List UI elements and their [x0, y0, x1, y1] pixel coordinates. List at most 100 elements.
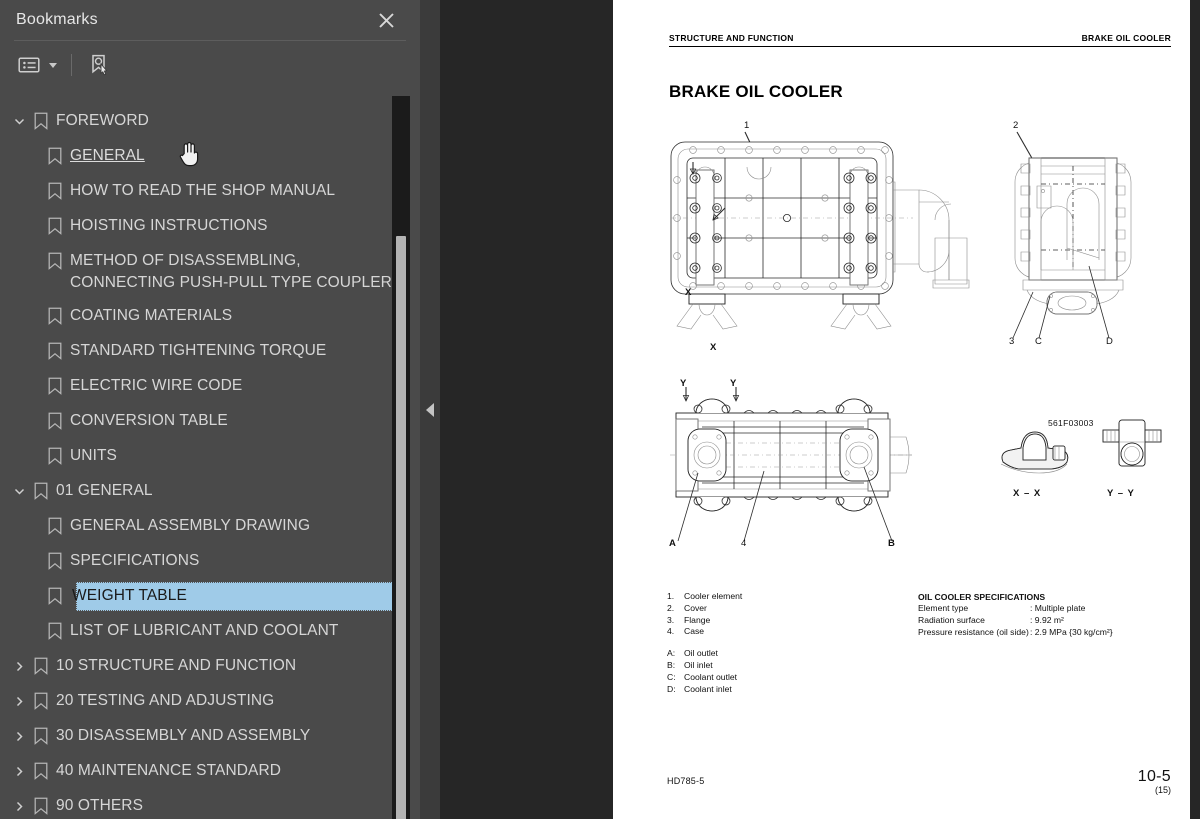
- bookmark-item[interactable]: 10 STRUCTURE AND FUNCTION: [0, 649, 420, 684]
- callout-a: A: [669, 538, 676, 549]
- figure-cooler-side-view: [668, 375, 918, 555]
- legend-row: A: Oil outlet: [667, 648, 897, 660]
- chevron-right-icon[interactable]: [8, 789, 30, 819]
- bookmark-item[interactable]: WEIGHT TABLE: [0, 579, 420, 614]
- drawing-number: 561F03003: [1048, 418, 1094, 428]
- bookmarks-scrollbar[interactable]: [392, 96, 410, 819]
- toolbar-separator: [71, 54, 72, 76]
- bookmark-item[interactable]: 01 GENERAL: [0, 474, 420, 509]
- bookmark-item[interactable]: CONVERSION TABLE: [0, 404, 420, 439]
- footer-page-sub: (15): [1154, 785, 1171, 795]
- legend-lettered-list: A: Oil outlet B: Oil inlet C: Coolant outlet D…: [667, 648, 897, 695]
- bookmark-icon: [44, 614, 66, 648]
- bookmarks-toolbar: [0, 41, 420, 89]
- bookmark-label: 20 TESTING AND ADJUSTING: [56, 692, 275, 709]
- legend-key: 2.: [667, 602, 675, 613]
- bookmark-label: 40 MAINTENANCE STANDARD: [56, 762, 282, 779]
- callout-c: C: [1035, 336, 1042, 347]
- bookmark-label: WEIGHT TABLE: [72, 587, 187, 604]
- bookmark-label: 10 STRUCTURE AND FUNCTION: [56, 657, 297, 674]
- bookmark-item[interactable]: GENERAL: [0, 139, 420, 174]
- callout-2: 2: [1013, 120, 1019, 131]
- bookmark-icon: [44, 509, 66, 543]
- bookmarks-scrollbar-thumb[interactable]: [396, 236, 406, 819]
- specifications-title: OIL COOLER SPECIFICATIONS: [918, 592, 1046, 602]
- chevron-down-icon[interactable]: [8, 474, 30, 508]
- bookmark-item[interactable]: HOISTING INSTRUCTIONS: [0, 209, 420, 244]
- figure-section-y-y: [1091, 416, 1181, 476]
- bookmark-icon: [44, 544, 66, 578]
- list-options-button[interactable]: [14, 50, 61, 80]
- chevron-right-icon[interactable]: [8, 684, 30, 718]
- bookmark-item[interactable]: FOREWORD: [0, 104, 420, 139]
- legend-row: 2. Cover: [667, 603, 897, 615]
- bookmark-label: GENERAL ASSEMBLY DRAWING: [70, 517, 311, 534]
- running-head-left: STRUCTURE AND FUNCTION: [669, 33, 794, 43]
- specification-row: Radiation surface: 9.92 m²: [918, 615, 1168, 627]
- bookmark-item[interactable]: HOW TO READ THE SHOP MANUAL: [0, 174, 420, 209]
- bookmark-label: CONVERSION TABLE: [70, 412, 228, 429]
- chevron-down-icon: [49, 62, 57, 68]
- bookmarks-panel-header: Bookmarks: [0, 0, 420, 40]
- find-current-bookmark-button[interactable]: [84, 50, 116, 80]
- bookmark-label: HOISTING INSTRUCTIONS: [70, 217, 268, 234]
- running-head-right: BRAKE OIL COOLER: [1081, 33, 1171, 43]
- legend-row: B: Oil inlet: [667, 660, 897, 672]
- callout-x-upper: X: [685, 287, 692, 298]
- bookmark-item[interactable]: METHOD OF DISASSEMBLING, CONNECTING PUSH…: [0, 244, 420, 299]
- bookmark-item[interactable]: STANDARD TIGHTENING TORQUE: [0, 334, 420, 369]
- bookmark-icon: [44, 209, 66, 243]
- bookmark-item[interactable]: COATING MATERIALS: [0, 299, 420, 334]
- bookmark-label: ELECTRIC WIRE CODE: [70, 377, 243, 394]
- bookmarks-tree-scroll-area[interactable]: FOREWORD GENERAL HOW TO READ THE SHOP MANU…: [0, 96, 420, 819]
- sidebar-collapse-handle[interactable]: [420, 0, 440, 819]
- bookmarks-tree: FOREWORD GENERAL HOW TO READ THE SHOP MANU…: [0, 96, 420, 819]
- specifications-rows: Element type: Multiple plate Radiation su…: [918, 603, 1168, 638]
- triangle-left-icon: [426, 402, 434, 417]
- bookmark-label: STANDARD TIGHTENING TORQUE: [70, 342, 327, 359]
- chevron-right-icon[interactable]: [8, 719, 30, 753]
- close-icon[interactable]: [374, 8, 398, 32]
- bookmark-item[interactable]: 30 DISASSEMBLY AND ASSEMBLY: [0, 719, 420, 754]
- bookmark-icon: [30, 789, 52, 819]
- bookmark-item[interactable]: ELECTRIC WIRE CODE: [0, 369, 420, 404]
- specification-value: : 2.9 MPa {30 kg/cm²}: [1030, 626, 1113, 637]
- bookmark-icon: [44, 439, 66, 473]
- bookmark-icon: [44, 174, 66, 208]
- bookmark-item[interactable]: 40 MAINTENANCE STANDARD: [0, 754, 420, 789]
- legend-numbered-list: 1. Cooler element 2. Cover 3. Flange 4. Case: [667, 591, 897, 638]
- legend-key: 3.: [667, 614, 675, 625]
- pdf-reader-window: Bookmarks FOREWORD GENERAL HOW TO READ T…: [0, 0, 1200, 819]
- chevron-right-icon[interactable]: [8, 649, 30, 683]
- legend-row: D: Coolant inlet: [667, 684, 897, 696]
- bookmark-item[interactable]: 90 OTHERS: [0, 789, 420, 819]
- bookmark-item[interactable]: SPECIFICATIONS: [0, 544, 420, 579]
- document-page: STRUCTURE AND FUNCTION BRAKE OIL COOLER …: [613, 0, 1190, 819]
- bookmark-label: FOREWORD: [56, 112, 149, 129]
- bookmark-icon: [44, 299, 66, 333]
- legend-key: B:: [667, 659, 676, 670]
- legend-text: Case: [684, 626, 705, 637]
- figure-section-x-x: [993, 420, 1083, 480]
- running-head: STRUCTURE AND FUNCTION BRAKE OIL COOLER: [669, 33, 1171, 47]
- bookmark-item[interactable]: LIST OF LUBRICANT AND COOLANT: [0, 614, 420, 649]
- chevron-right-icon[interactable]: [8, 754, 30, 788]
- footer-page: 10-5 (15): [1138, 768, 1171, 795]
- callout-1: 1: [744, 120, 750, 131]
- legend-text: Coolant inlet: [684, 683, 732, 694]
- legend-key: 4.: [667, 626, 675, 637]
- chevron-down-icon[interactable]: [8, 104, 30, 138]
- legend-key: A:: [667, 648, 676, 659]
- legend-text: Coolant outlet: [684, 671, 738, 682]
- section-label-y-y: Y – Y: [1107, 488, 1135, 499]
- bookmark-item[interactable]: UNITS: [0, 439, 420, 474]
- bookmark-item[interactable]: 20 TESTING AND ADJUSTING: [0, 684, 420, 719]
- bookmark-icon: [44, 334, 66, 368]
- figure-cooler-plan-view: [663, 120, 993, 350]
- specification-value: : 9.92 m²: [1030, 614, 1064, 625]
- bookmark-item[interactable]: GENERAL ASSEMBLY DRAWING: [0, 509, 420, 544]
- legend-text: Cooler element: [684, 591, 743, 601]
- specifications-block: OIL COOLER SPECIFICATIONS Element type: …: [918, 591, 1168, 638]
- bookmark-icon: [44, 369, 66, 403]
- bookmark-label: 01 GENERAL: [56, 482, 153, 499]
